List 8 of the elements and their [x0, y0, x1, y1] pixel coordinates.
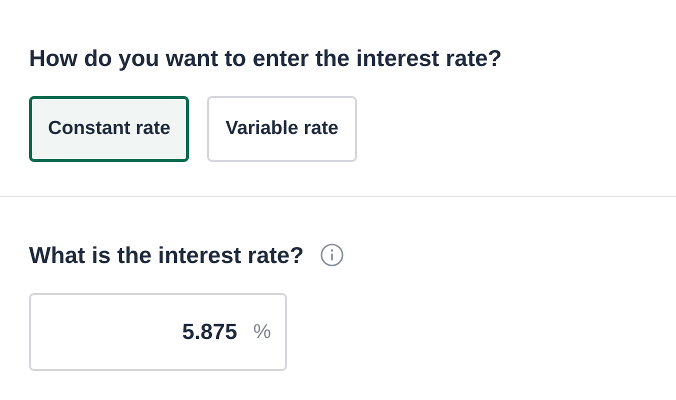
question-text: What is the interest rate? — [29, 242, 304, 268]
question-text: How do you want to enter the interest rate? — [29, 44, 502, 72]
rate-option-button[interactable]: Constant rate — [29, 96, 190, 162]
rate-value-input[interactable]: 5.875 — [85, 318, 240, 346]
interest-rate-field[interactable]: 5.875 % — [29, 293, 287, 371]
info-icon[interactable] — [320, 243, 344, 267]
percent-unit: % — [253, 320, 271, 344]
rate-option-button[interactable]: Variable rate — [207, 96, 356, 162]
